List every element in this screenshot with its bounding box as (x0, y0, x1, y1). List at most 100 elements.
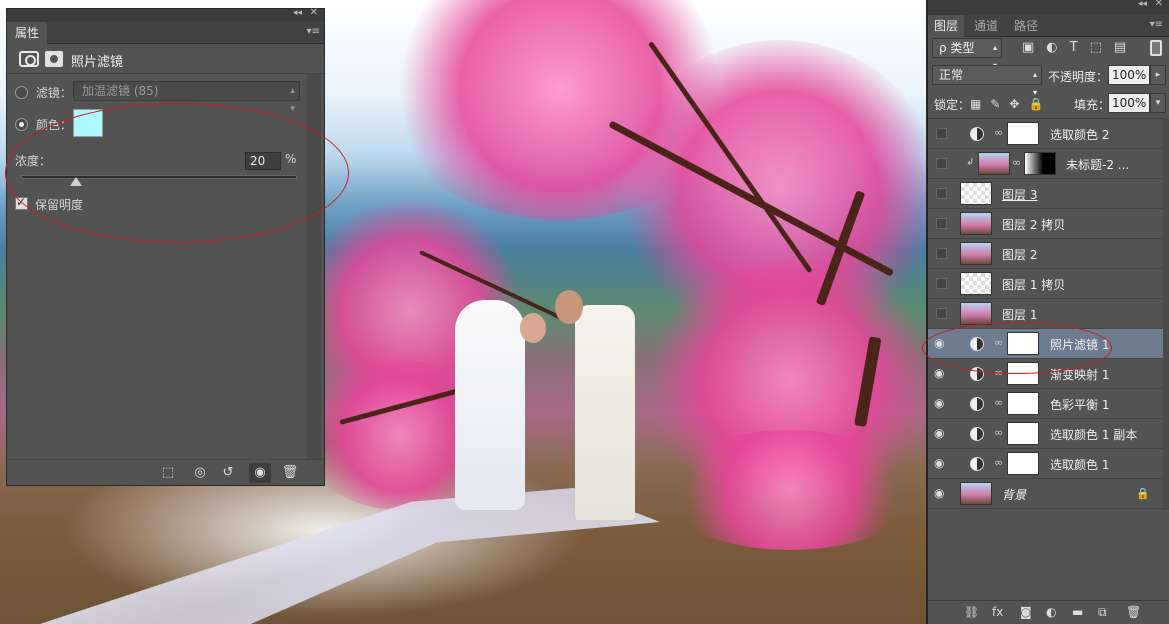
visibility-eye-icon[interactable]: ◉ (934, 397, 948, 409)
bride-figure (455, 300, 525, 510)
layer-row[interactable]: ◉ ∞ 色彩平衡 1 (928, 389, 1168, 419)
layer-name[interactable]: 图层 1 (1002, 306, 1037, 323)
layer-row[interactable]: 图层 2 拷贝 (928, 209, 1168, 239)
panel-menu-icon[interactable]: ▾≡ (1150, 19, 1163, 30)
layer-mask-icon[interactable] (45, 51, 63, 67)
layer-row[interactable]: ◉ ∞ 选取颜色 1 (928, 449, 1168, 479)
visibility-off-box[interactable] (936, 158, 947, 169)
layer-row[interactable]: ↲ ∞ 未标题-2 ... (928, 149, 1168, 179)
delete-layer-icon[interactable]: 🗑 (1126, 605, 1141, 619)
groom-figure (575, 305, 635, 520)
chain-link-icon[interactable]: ∞ (994, 456, 1003, 469)
visibility-eye-icon[interactable]: ◉ (934, 367, 948, 379)
filter-radio-row[interactable]: 滤镜： (15, 84, 72, 101)
layer-name[interactable]: 选取颜色 2 (1050, 126, 1109, 143)
layer-mask-thumbnail[interactable] (1024, 152, 1056, 175)
kind-filter-select[interactable]: ρ 类型 ▴▾ (932, 38, 1002, 70)
layer-name[interactable]: 色彩平衡 1 (1050, 396, 1109, 413)
visibility-eye-icon[interactable]: ◉ (249, 463, 271, 483)
layer-name[interactable]: 图层 1 拷贝 (1002, 276, 1065, 293)
visibility-off-box[interactable] (936, 248, 947, 259)
new-adjustment-icon[interactable]: ◐ (1046, 605, 1056, 619)
layer-name[interactable]: 图层 3 (1002, 186, 1037, 203)
layer-name[interactable]: 未标题-2 ... (1066, 156, 1129, 173)
visibility-off-box[interactable] (936, 188, 947, 199)
layer-name[interactable]: 选取颜色 1 副本 (1050, 426, 1137, 443)
layer-mask-thumbnail[interactable] (1007, 392, 1039, 415)
layer-name[interactable]: 图层 2 拷贝 (1002, 216, 1065, 233)
color-radio[interactable] (15, 118, 28, 131)
close-icon[interactable]: ✕ (1155, 0, 1163, 9)
layer-thumbnail[interactable] (960, 272, 992, 295)
layers-panel: ◂◂ ✕ 图层 通道 路径 ▾≡ ρ 类型 ▴▾ ▣◐T⬚▤ 正常 ▴▾ 不透明… (927, 0, 1169, 624)
fill-label: 填充： (1074, 98, 1111, 112)
panel-menu-icon[interactable]: ▾≡ (307, 26, 320, 37)
properties-title: 照片滤镜 (71, 55, 124, 70)
layer-name[interactable]: 背景 (1002, 486, 1026, 503)
layer-thumbnail[interactable] (978, 152, 1010, 175)
layer-thumbnail[interactable] (960, 212, 992, 235)
filter-radio[interactable] (15, 86, 28, 99)
chain-link-icon[interactable]: ∞ (994, 426, 1003, 439)
tab-layers[interactable]: 图层 (928, 15, 965, 37)
layer-thumbnail[interactable] (960, 482, 992, 505)
layer-thumbnail[interactable] (960, 182, 992, 205)
visibility-eye-icon[interactable]: ◉ (934, 427, 948, 439)
clip-to-layer-icon[interactable]: ⬚ (157, 463, 179, 483)
collapse-icon[interactable]: ◂◂ (1138, 0, 1147, 9)
groom-head (555, 290, 583, 324)
visibility-off-box[interactable] (936, 218, 947, 229)
blossom-cluster (660, 430, 920, 550)
filter-toggle[interactable] (1150, 40, 1162, 56)
properties-footer: ⬚ ◎ ↺ ◉ 🗑 (7, 459, 324, 485)
opacity-dropdown-arrow[interactable]: ▸ (1150, 65, 1166, 85)
chain-link-icon[interactable]: ∞ (1012, 156, 1021, 169)
layer-mask-thumbnail[interactable] (1007, 122, 1039, 145)
panel-topbar: ◂◂ ✕ (7, 7, 324, 22)
layer-thumbnail[interactable] (960, 242, 992, 265)
trash-icon[interactable]: 🗑 (279, 463, 301, 483)
new-layer-icon[interactable]: ⧉ (1098, 605, 1107, 620)
fill-dropdown-arrow[interactable]: ▾ (1150, 93, 1166, 113)
layers-scrollbar[interactable] (1163, 118, 1169, 510)
camera-adjustment-icon (19, 51, 39, 67)
photoshop-window: ◂◂ ✕ 属性 ▾≡ 照片滤镜 滤镜： 加温滤镜 (85) ▴ ▾ 颜色： 浓度：… (0, 0, 1169, 624)
new-group-icon[interactable]: ▬ (1072, 605, 1083, 619)
link-layers-icon[interactable]: ⛓ (964, 605, 979, 619)
tab-properties[interactable]: 属性 (7, 22, 48, 44)
layer-row[interactable]: ◉ ∞ 选取颜色 1 副本 (928, 419, 1168, 449)
visibility-eye-icon[interactable]: ◉ (934, 487, 948, 499)
layer-name[interactable]: 选取颜色 1 (1050, 456, 1109, 473)
filter-type-icons[interactable]: ▣◐T⬚▤ (1022, 40, 1138, 55)
chain-link-icon[interactable]: ∞ (994, 396, 1003, 409)
close-icon[interactable]: ✕ (310, 7, 318, 18)
chain-link-icon[interactable]: ∞ (994, 126, 1003, 139)
tab-paths[interactable]: 路径 (1008, 15, 1044, 37)
layer-row[interactable]: 图层 2 (928, 239, 1168, 269)
lock-label: 锁定： (934, 98, 971, 112)
fx-icon[interactable]: fx (992, 605, 1003, 619)
filter-select[interactable]: 加温滤镜 (85) ▴ ▾ (73, 81, 300, 114)
opacity-input[interactable]: 100% (1108, 65, 1150, 85)
layer-row[interactable]: 图层 3 (928, 179, 1168, 209)
layer-mask-thumbnail[interactable] (1007, 452, 1039, 475)
fill-input[interactable]: 100% (1108, 93, 1150, 113)
layer-mask-thumbnail[interactable] (1007, 422, 1039, 445)
blend-mode-select[interactable]: 正常 ▴ ▾ (932, 65, 1042, 97)
lock-options-icons[interactable]: ▦✎✥🔒 (970, 97, 1052, 111)
layer-row[interactable]: ∞ 选取颜色 2 (928, 119, 1168, 149)
view-previous-icon[interactable]: ◎ (189, 463, 211, 483)
collapse-icon[interactable]: ◂◂ (293, 8, 302, 18)
add-mask-icon[interactable]: ◙ (1020, 605, 1032, 619)
visibility-off-box[interactable] (936, 278, 947, 289)
layer-row[interactable]: 图层 1 拷贝 (928, 269, 1168, 299)
visibility-off-box[interactable] (936, 128, 947, 139)
visibility-eye-icon[interactable]: ◉ (934, 457, 948, 469)
reset-icon[interactable]: ↺ (217, 463, 239, 483)
visibility-off-box[interactable] (936, 308, 947, 319)
layer-row[interactable]: ◉ 背景 🔒 (928, 479, 1168, 509)
layer-name[interactable]: 图层 2 (1002, 246, 1037, 263)
tab-channels[interactable]: 通道 (968, 15, 1004, 37)
layer-thumbnail[interactable] (960, 302, 992, 325)
layers-tabrow: 图层 通道 路径 ▾≡ (928, 15, 1169, 37)
